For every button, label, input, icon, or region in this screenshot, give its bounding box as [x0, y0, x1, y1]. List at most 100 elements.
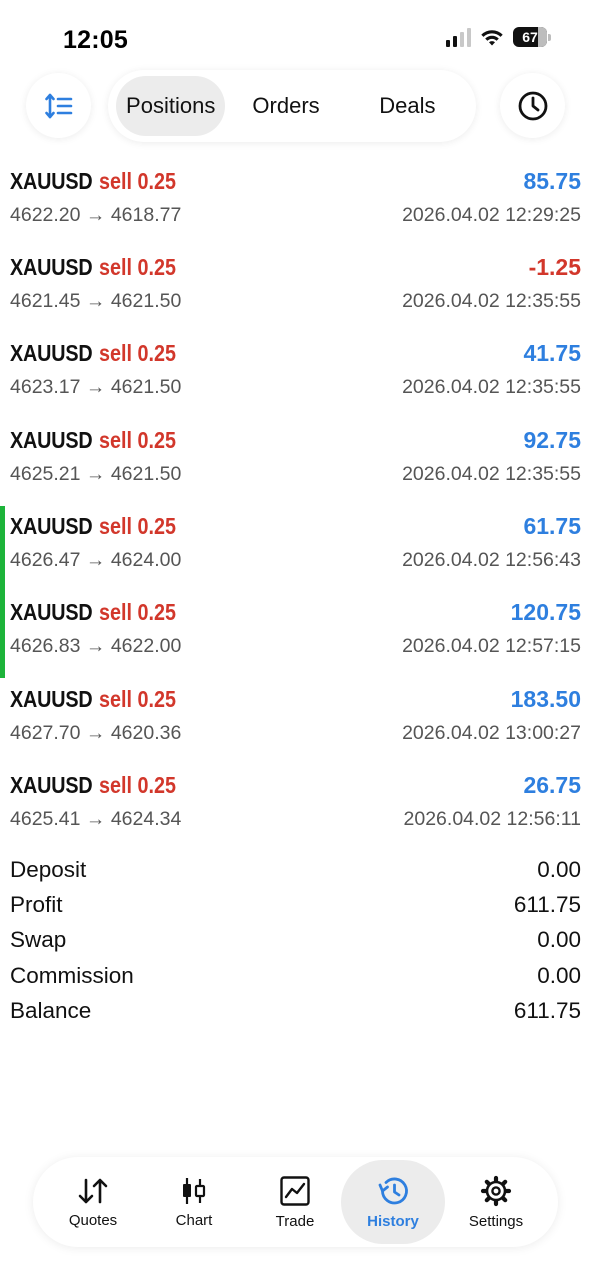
- row-marker: [0, 160, 5, 246]
- position-row[interactable]: XAUUSD sell 0.25 41.75 4623.17 → 4621.50 …: [0, 333, 591, 419]
- position-time: 2026.04.02 12:35:55: [402, 376, 581, 399]
- summary-label: Commission: [10, 962, 134, 988]
- summary-value: 611.75: [513, 892, 581, 918]
- summary-label: Swap: [10, 927, 67, 953]
- position-time: 2026.04.02 12:56:43: [402, 549, 581, 572]
- position-prices: 4626.47 → 4624.00: [10, 549, 182, 572]
- position-profit: 85.75: [523, 167, 581, 194]
- position-profit: 41.75: [523, 340, 581, 367]
- row-marker: [0, 505, 5, 592]
- summary-balance: Balance 611.75: [10, 994, 581, 1029]
- battery-level: 67: [522, 29, 538, 45]
- position-profit: 120.75: [510, 599, 581, 626]
- position-symbol: XAUUSD: [10, 599, 93, 626]
- tab-positions[interactable]: Positions: [116, 76, 226, 136]
- bottom-nav: Quotes Chart Trade History Settings: [33, 1157, 558, 1247]
- nav-label: Trade: [275, 1212, 315, 1230]
- position-row[interactable]: XAUUSD sell 0.25 26.75 4625.41 → 4624.34 …: [0, 765, 591, 851]
- summary-swap: Swap 0.00: [10, 923, 581, 958]
- position-time: 2026.04.02 12:35:55: [402, 462, 581, 485]
- summary-deposit: Deposit 0.00: [10, 852, 581, 887]
- position-side: sell 0.25: [98, 599, 176, 626]
- position-row[interactable]: XAUUSD sell 0.25 120.75 4626.83 → 4622.00…: [0, 591, 591, 679]
- position-prices: 4622.20 → 4618.77: [10, 203, 182, 226]
- sort-icon: [44, 93, 72, 118]
- nav-trade[interactable]: Trade: [243, 1160, 347, 1244]
- nav-history[interactable]: History: [341, 1160, 445, 1244]
- sort-button[interactable]: [26, 73, 91, 138]
- position-prices: 4626.83 → 4622.00: [10, 635, 182, 658]
- position-profit: -1.25: [528, 253, 581, 280]
- status-time: 12:05: [63, 26, 128, 54]
- battery-icon: 67: [513, 27, 551, 47]
- position-side: sell 0.25: [98, 167, 176, 194]
- summary-label: Profit: [10, 892, 63, 918]
- position-time: 2026.04.02 12:35:55: [402, 289, 581, 312]
- position-symbol: XAUUSD: [10, 167, 93, 194]
- nav-label: Chart: [175, 1211, 213, 1229]
- position-profit: 61.75: [523, 513, 581, 540]
- position-row[interactable]: XAUUSD sell 0.25 183.50 4627.70 → 4620.36…: [0, 678, 591, 764]
- period-button[interactable]: [500, 73, 565, 138]
- position-symbol: XAUUSD: [10, 772, 93, 799]
- clock-icon: [518, 91, 547, 120]
- position-row[interactable]: XAUUSD sell 0.25 92.75 4625.21 → 4621.50 …: [0, 419, 591, 505]
- position-prices: 4625.41 → 4624.34: [10, 808, 182, 831]
- position-side: sell 0.25: [98, 513, 176, 540]
- position-symbol: XAUUSD: [10, 513, 93, 540]
- nav-label: Quotes: [68, 1211, 118, 1229]
- position-time: 2026.04.02 12:29:25: [402, 203, 581, 226]
- summary-label: Balance: [10, 998, 92, 1024]
- position-symbol: XAUUSD: [10, 426, 93, 453]
- position-prices: 4627.70 → 4620.36: [10, 721, 182, 744]
- position-profit: 183.50: [510, 685, 581, 712]
- tab-orders[interactable]: Orders: [225, 76, 346, 136]
- row-marker: [0, 419, 5, 505]
- position-row[interactable]: XAUUSD sell 0.25 61.75 4626.47 → 4624.00 …: [0, 505, 591, 592]
- candlestick-icon: [183, 1177, 206, 1204]
- position-side: sell 0.25: [98, 253, 176, 280]
- summary-commission: Commission 0.00: [10, 958, 581, 993]
- row-marker: [0, 333, 5, 419]
- position-symbol: XAUUSD: [10, 685, 93, 712]
- nav-chart[interactable]: Chart: [142, 1160, 246, 1244]
- summary-label: Deposit: [10, 856, 87, 882]
- tab-bar: Positions Orders Deals: [108, 70, 476, 142]
- position-row[interactable]: XAUUSD sell 0.25 85.75 4622.20 → 4618.77 …: [0, 160, 591, 246]
- position-prices: 4621.45 → 4621.50: [10, 289, 182, 312]
- position-side: sell 0.25: [98, 685, 176, 712]
- cellular-signal-icon: [446, 27, 471, 47]
- tab-deals[interactable]: Deals: [347, 76, 468, 136]
- status-bar: 12:05 67: [0, 0, 591, 70]
- nav-quotes[interactable]: Quotes: [41, 1160, 145, 1244]
- position-time: 2026.04.02 12:56:11: [403, 808, 581, 831]
- position-side: sell 0.25: [98, 426, 176, 453]
- summary-value: 0.00: [537, 927, 581, 953]
- position-side: sell 0.25: [98, 772, 176, 799]
- gear-icon: [480, 1175, 512, 1206]
- positions-list: XAUUSD sell 0.25 85.75 4622.20 → 4618.77 …: [0, 160, 591, 851]
- position-row[interactable]: XAUUSD sell 0.25 -1.25 4621.45 → 4621.50 …: [0, 246, 591, 332]
- quotes-arrows-icon: [78, 1178, 108, 1203]
- status-icons: 67: [446, 27, 551, 47]
- nav-label: Settings: [468, 1212, 524, 1230]
- position-prices: 4623.17 → 4621.50: [10, 376, 182, 399]
- position-profit: 26.75: [523, 772, 581, 799]
- nav-label: History: [367, 1212, 419, 1230]
- history-icon: [378, 1177, 408, 1204]
- position-side: sell 0.25: [98, 340, 176, 367]
- position-prices: 4625.21 → 4621.50: [10, 462, 182, 485]
- position-time: 2026.04.02 12:57:15: [402, 635, 581, 658]
- wifi-icon: [481, 29, 503, 45]
- summary-value: 0.00: [537, 962, 581, 988]
- row-marker: [0, 246, 5, 332]
- summary-value: 611.75: [513, 998, 581, 1024]
- position-symbol: XAUUSD: [10, 253, 93, 280]
- row-marker: [0, 765, 5, 851]
- summary-value: 0.00: [537, 856, 581, 882]
- account-summary: Deposit 0.00 Profit 611.75 Swap 0.00 Com…: [10, 852, 581, 1029]
- position-symbol: XAUUSD: [10, 340, 93, 367]
- row-marker: [0, 591, 5, 679]
- row-marker: [0, 678, 5, 764]
- nav-settings[interactable]: Settings: [444, 1160, 548, 1244]
